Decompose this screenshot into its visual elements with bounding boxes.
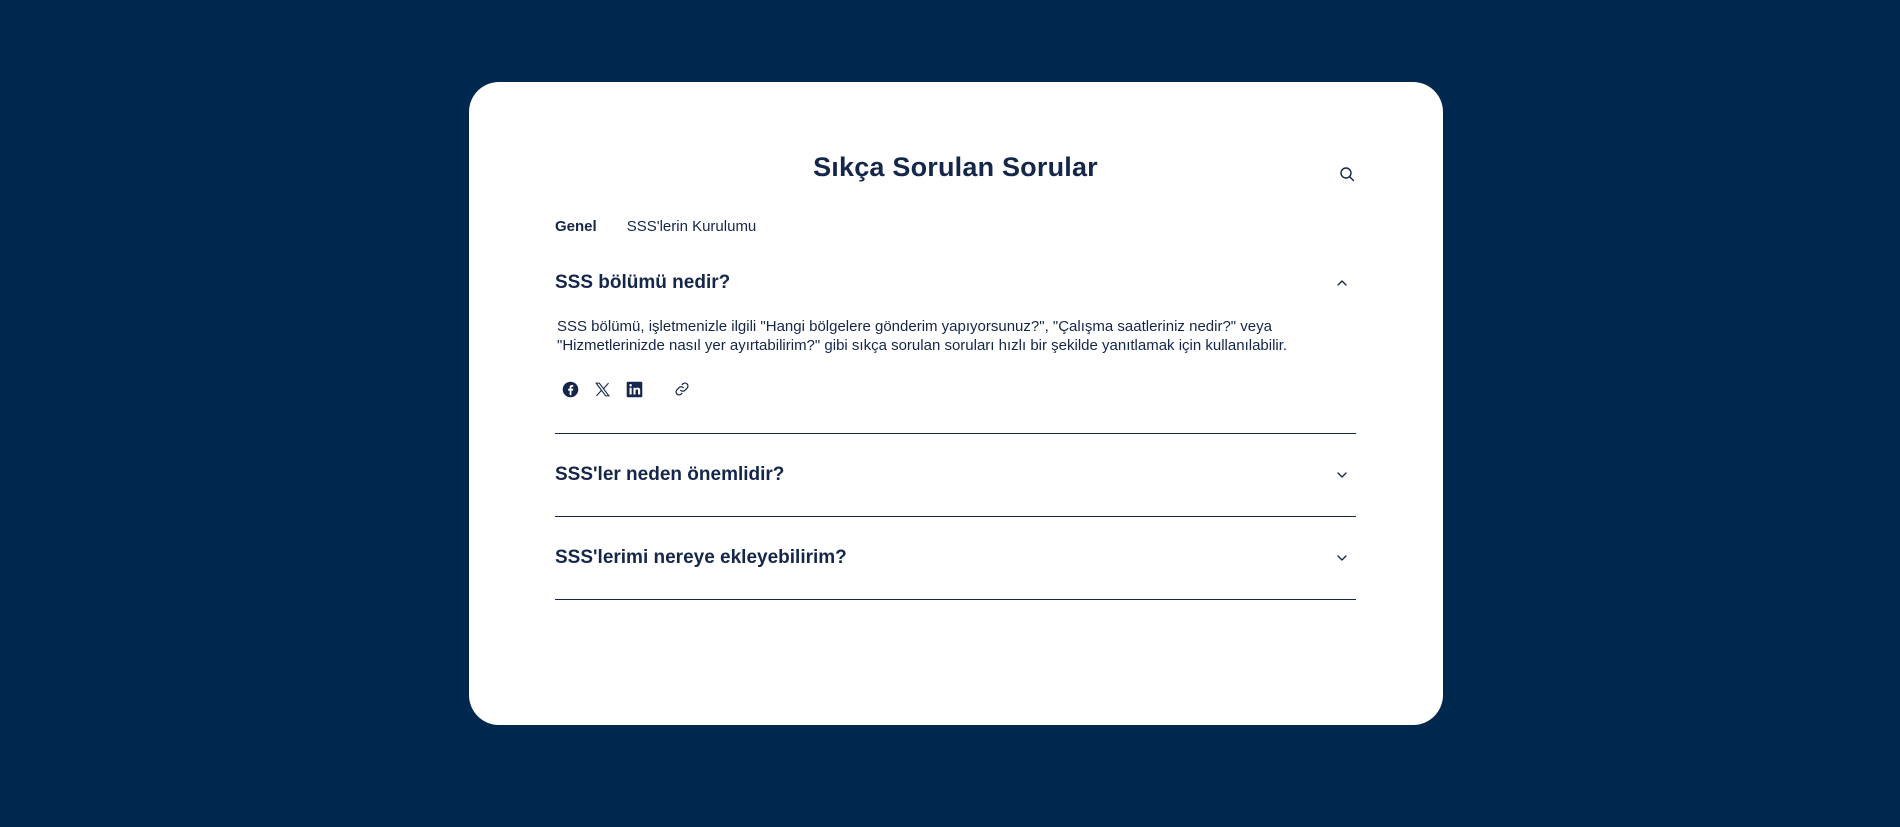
faq-card: Sıkça Sorulan Sorular Genel SSS'lerin Ku… xyxy=(469,82,1443,725)
faq-item: SSS bölümü nedir? SSS bölümü, işletmeniz… xyxy=(555,262,1356,434)
chevron-down-icon[interactable] xyxy=(1332,465,1352,485)
page-title: Sıkça Sorulan Sorular xyxy=(813,152,1098,182)
faq-item: SSS'lerimi nereye ekleyebilirim? xyxy=(555,517,1356,600)
faq-question-toggle[interactable]: SSS'ler neden önemlidir? xyxy=(555,434,1356,516)
search-button[interactable] xyxy=(1335,162,1359,186)
linkedin-icon[interactable] xyxy=(623,378,645,400)
tab-genel[interactable]: Genel xyxy=(555,218,597,235)
faq-item: SSS'ler neden önemlidir? xyxy=(555,434,1356,517)
search-icon xyxy=(1340,167,1355,182)
tab-sss-kurulumu[interactable]: SSS'lerin Kurulumu xyxy=(627,218,757,235)
link-icon[interactable] xyxy=(671,378,693,400)
faq-answer: SSS bölümü, işletmenizle ilgili "Hangi b… xyxy=(557,318,1288,354)
faq-question-toggle[interactable]: SSS bölümü nedir? xyxy=(555,262,1356,304)
faq-question: SSS'lerimi nereye ekleyebilirim? xyxy=(555,547,847,568)
share-buttons xyxy=(555,355,1356,433)
chevron-up-icon[interactable] xyxy=(1332,273,1352,293)
faq-question-toggle[interactable]: SSS'lerimi nereye ekleyebilirim? xyxy=(555,517,1356,599)
chevron-down-icon[interactable] xyxy=(1332,548,1352,568)
facebook-icon[interactable] xyxy=(559,378,581,400)
x-twitter-icon[interactable] xyxy=(591,378,613,400)
faq-question: SSS bölümü nedir? xyxy=(555,272,731,293)
category-tabs: Genel SSS'lerin Kurulumu xyxy=(555,218,756,235)
faq-list: SSS bölümü nedir? SSS bölümü, işletmeniz… xyxy=(555,262,1356,600)
faq-question: SSS'ler neden önemlidir? xyxy=(555,464,785,485)
